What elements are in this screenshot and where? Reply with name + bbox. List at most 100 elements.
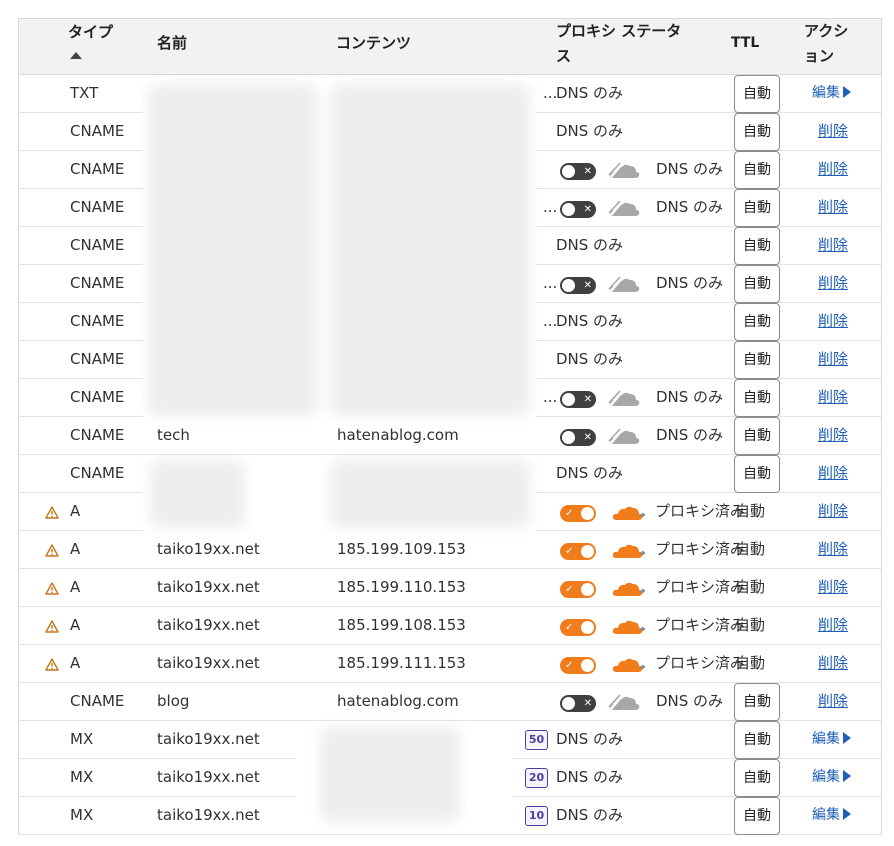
ttl-button[interactable]: 自動	[734, 379, 780, 417]
record-type: CNAME	[70, 198, 125, 216]
record-type: MX	[70, 730, 94, 748]
toggle-knob	[581, 621, 594, 634]
ttl-button[interactable]: 自動	[734, 341, 780, 379]
proxy-status-text: DNS のみ	[556, 312, 624, 330]
record-name: taiko19xx.net	[157, 768, 260, 786]
delete-link[interactable]: 削除	[818, 341, 848, 378]
proxy-toggle[interactable]: ✓	[560, 581, 596, 598]
edit-button[interactable]: 編集	[812, 797, 851, 834]
ttl-button[interactable]: 自動	[734, 417, 780, 455]
delete-link[interactable]: 削除	[818, 379, 848, 416]
toggle-x-icon: ✕	[583, 280, 592, 291]
header-proxy-status[interactable]: プロキシ ステータ ス	[556, 19, 681, 69]
header-content[interactable]: コンテンツ	[336, 31, 411, 55]
toggle-knob	[562, 393, 575, 406]
proxy-status-text: DNS のみ	[556, 806, 624, 824]
delete-link[interactable]: 削除	[818, 303, 848, 340]
warning-icon[interactable]	[45, 657, 59, 671]
proxy-status-text: DNS のみ	[656, 426, 724, 444]
mx-priority-badge: 20	[525, 768, 548, 788]
dns-only-cloud-icon	[608, 199, 642, 219]
blurred-names	[150, 460, 245, 528]
toggle-x-icon: ✕	[583, 394, 592, 405]
delete-link[interactable]: 削除	[818, 493, 848, 530]
ttl-button[interactable]: 自動	[734, 189, 780, 227]
record-type: CNAME	[70, 312, 125, 330]
proxy-toggle[interactable]: ✕	[560, 429, 596, 446]
proxy-toggle[interactable]: ✕	[560, 163, 596, 180]
table-row[interactable]: CNAME blog hatenablog.com ✕ DNS のみ 自動 削除	[19, 683, 881, 721]
record-name: taiko19xx.net	[157, 654, 260, 672]
delete-link[interactable]: 削除	[818, 227, 848, 264]
ttl-button[interactable]: 自動	[734, 75, 780, 113]
header-action-line2: ョン	[804, 47, 835, 65]
header-name[interactable]: 名前	[157, 31, 187, 55]
record-name: taiko19xx.net	[157, 540, 260, 558]
table-row[interactable]: Ataiko19xx.net 185.199.110.153 ✓ プロキシ済み 自動 削…	[19, 569, 881, 607]
delete-link[interactable]: 削除	[818, 683, 848, 720]
table-row[interactable]: Ataiko19xx.net 185.199.109.153 ✓ プロキシ済み 自動 削…	[19, 531, 881, 569]
table-row[interactable]: Ataiko19xx.net 185.199.108.153 ✓ プロキシ済み 自動 削…	[19, 607, 881, 645]
proxy-toggle[interactable]: ✕	[560, 391, 596, 408]
record-type: MX	[70, 768, 94, 786]
ttl-button[interactable]: 自動	[734, 797, 780, 835]
ttl-button[interactable]: 自動	[734, 113, 780, 151]
table-row[interactable]: CNAME tech hatenablog.com ✕ DNS のみ 自動 削除	[19, 417, 881, 455]
table-row[interactable]: Ataiko19xx.net 185.199.111.153 ✓ プロキシ済み 自動 削…	[19, 645, 881, 683]
delete-link[interactable]: 削除	[818, 151, 848, 188]
truncation-ellipsis: ...	[543, 198, 558, 216]
header-type[interactable]: タイプ	[68, 20, 113, 66]
warning-icon[interactable]	[45, 619, 59, 633]
delete-link[interactable]: 削除	[818, 607, 848, 644]
edit-button[interactable]: 編集	[812, 759, 851, 796]
sort-ascending-icon[interactable]	[70, 52, 82, 59]
edit-label: 編集	[812, 769, 840, 785]
delete-link[interactable]: 削除	[818, 113, 848, 150]
ttl-button[interactable]: 自動	[734, 455, 780, 493]
warning-icon[interactable]	[45, 581, 59, 595]
delete-link[interactable]: 削除	[818, 569, 848, 606]
delete-link[interactable]: 削除	[818, 645, 848, 682]
delete-link[interactable]: 削除	[818, 455, 848, 492]
proxy-toggle[interactable]: ✓	[560, 619, 596, 636]
ttl-button[interactable]: 自動	[734, 721, 780, 759]
delete-link[interactable]: 削除	[818, 531, 848, 568]
ttl-button[interactable]: 自動	[734, 265, 780, 303]
delete-link[interactable]: 削除	[818, 417, 848, 454]
blurred-contents	[320, 727, 460, 822]
record-content: 185.199.111.153	[337, 654, 466, 672]
blurred-names	[148, 84, 318, 416]
header-ttl[interactable]: TTL	[731, 31, 759, 55]
toggle-x-icon: ✕	[583, 432, 592, 443]
record-type: CNAME	[70, 426, 125, 444]
header-action-line1: アクシ	[804, 22, 849, 40]
ttl-button[interactable]: 自動	[734, 151, 780, 189]
warning-icon[interactable]	[45, 543, 59, 557]
proxy-status-text: プロキシ済み	[655, 654, 746, 672]
proxy-toggle[interactable]: ✕	[560, 695, 596, 712]
edit-button[interactable]: 編集	[812, 75, 851, 112]
ttl-button[interactable]: 自動	[734, 759, 780, 797]
ttl-button[interactable]: 自動	[734, 683, 780, 721]
edit-label: 編集	[812, 731, 840, 747]
header-proxy-line2: ス	[556, 47, 572, 65]
toggle-knob	[581, 659, 594, 672]
edit-button[interactable]: 編集	[812, 721, 851, 758]
proxy-toggle[interactable]: ✓	[560, 657, 596, 674]
record-name: blog	[157, 692, 190, 710]
ttl-button[interactable]: 自動	[734, 227, 780, 265]
ttl-button[interactable]: 自動	[734, 303, 780, 341]
proxy-toggle[interactable]: ✕	[560, 277, 596, 294]
dns-only-cloud-icon	[608, 161, 642, 181]
toggle-x-icon: ✕	[583, 698, 592, 709]
proxy-toggle[interactable]: ✕	[560, 201, 596, 218]
delete-link[interactable]: 削除	[818, 265, 848, 302]
toggle-check-icon: ✓	[565, 508, 574, 519]
toggle-knob	[562, 203, 575, 216]
delete-link[interactable]: 削除	[818, 189, 848, 226]
proxy-toggle[interactable]: ✓	[560, 543, 596, 560]
proxy-toggle[interactable]: ✓	[560, 505, 596, 522]
record-name: tech	[157, 426, 190, 444]
toggle-knob	[562, 697, 575, 710]
warning-icon[interactable]	[45, 505, 59, 519]
